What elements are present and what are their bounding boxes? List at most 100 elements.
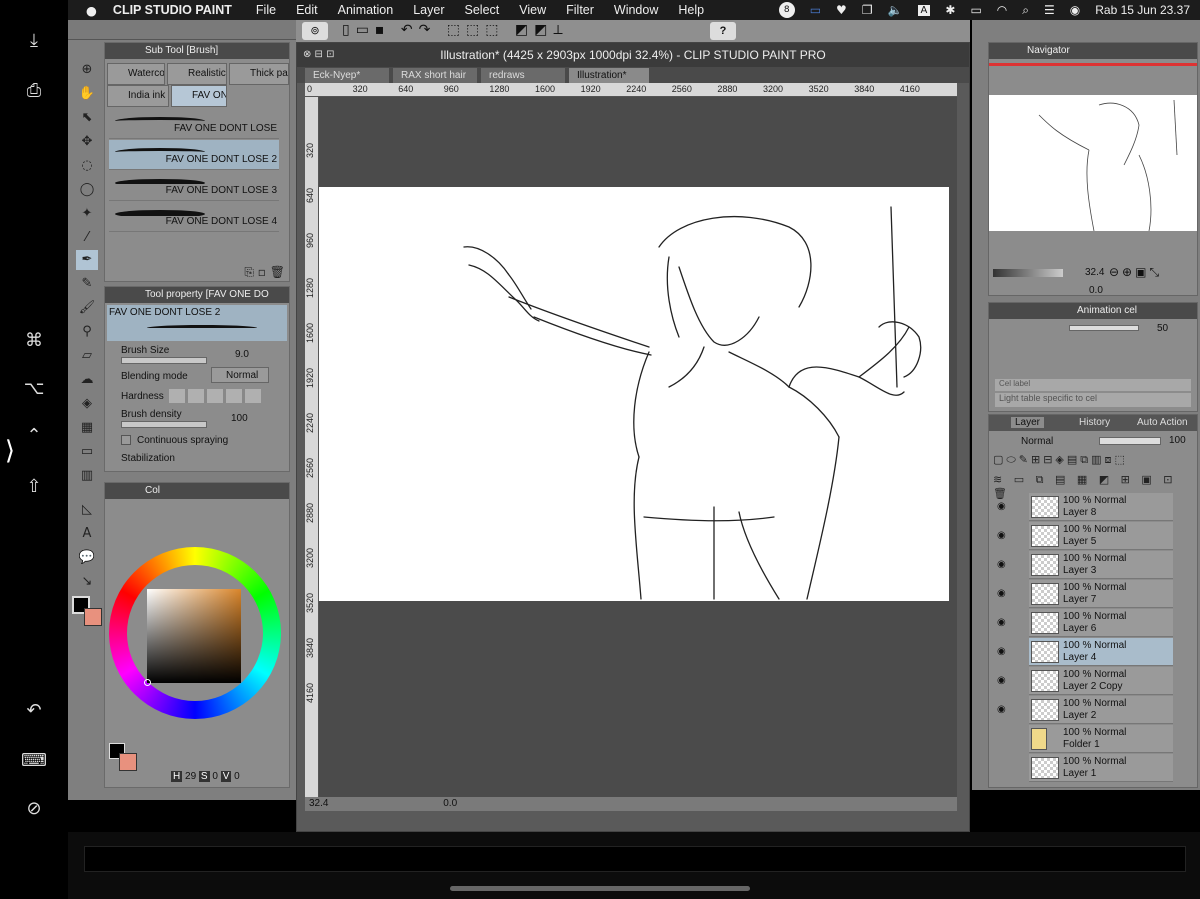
canvas-area[interactable] xyxy=(319,97,957,797)
light-table-field[interactable]: Light table specific to cel xyxy=(995,393,1191,407)
ruler-tool-icon[interactable]: ◺ xyxy=(76,500,98,520)
subtool-tab-fav[interactable]: FAV ON xyxy=(171,85,227,107)
layer-opacity-value[interactable]: 100 xyxy=(1169,435,1186,446)
eye-icon[interactable]: ◉ xyxy=(997,675,1009,686)
continuous-spraying-checkbox[interactable] xyxy=(121,435,131,445)
animcel-label-field[interactable]: Cel label xyxy=(995,379,1191,391)
angle-value[interactable]: 0.0 xyxy=(443,798,457,809)
app-name[interactable]: CLIP STUDIO PAINT xyxy=(113,3,232,17)
shift-icon[interactable]: ⇧ xyxy=(20,476,48,498)
window-controls[interactable]: ⊗ ⊟ ⊡ xyxy=(303,49,335,60)
screen-icon[interactable]: ▭ xyxy=(810,3,821,17)
heart-icon[interactable]: ♥ xyxy=(836,3,847,17)
option-icon[interactable]: ⌥ xyxy=(20,378,48,400)
tab-auto-action[interactable]: Auto Action xyxy=(1137,417,1188,428)
clip-studio-icon[interactable]: ⊚ xyxy=(302,22,328,40)
menu-edit[interactable]: Edit xyxy=(296,3,318,17)
volume-icon[interactable]: 🔈 xyxy=(888,3,903,17)
navigator-zoom-slider[interactable] xyxy=(993,269,1063,277)
doc-tab[interactable]: RAX short hair xyxy=(393,68,477,83)
eye-icon[interactable] xyxy=(997,733,1009,743)
undo-icon[interactable]: ↶ xyxy=(20,700,48,722)
brush-density-slider[interactable] xyxy=(121,421,207,428)
brush-size-slider[interactable] xyxy=(121,357,207,364)
layer-row[interactable]: ◉ 100 % Normal Layer 2 xyxy=(997,696,1173,724)
brush-item[interactable]: FAV ONE DONT LOSE 4 xyxy=(109,202,279,232)
help-icon[interactable]: ? xyxy=(710,22,736,40)
eye-icon[interactable]: ◉ xyxy=(997,501,1009,512)
control-center-icon[interactable]: ☰ xyxy=(1044,3,1055,17)
eye-icon[interactable] xyxy=(997,762,1009,772)
eye-icon[interactable]: ◉ xyxy=(997,646,1009,657)
layer-row[interactable]: 100 % Normal Layer 1 xyxy=(1029,754,1173,782)
animcel-slider[interactable] xyxy=(1069,325,1139,331)
bottom-input-strip[interactable] xyxy=(84,846,1186,872)
balloon-tool-icon[interactable]: 💬 xyxy=(76,548,98,568)
blending-mode-select[interactable]: Normal xyxy=(211,367,269,383)
navigator-zoom[interactable]: 32.4 xyxy=(1085,267,1104,278)
command-icons[interactable]: ▯▭▪ ↶↷ ⬚⬚⬚ ◩◩⟂ xyxy=(342,22,569,38)
zoom-tool-icon[interactable]: ⊕ xyxy=(76,60,98,80)
siri-icon[interactable]: ◉ xyxy=(1070,3,1080,17)
saturation-value-square[interactable] xyxy=(147,589,241,683)
layer-row[interactable]: ◉ 100 % Normal Layer 2 Copy xyxy=(997,667,1173,695)
download-icon[interactable]: ⤓ xyxy=(20,30,48,52)
apple-icon[interactable]: ● xyxy=(86,3,97,18)
doc-tab[interactable]: redraws xyxy=(481,68,565,83)
illustration-canvas[interactable] xyxy=(319,187,949,601)
eye-icon[interactable]: ◉ xyxy=(997,704,1009,715)
brush-item-selected[interactable]: FAV ONE DONT LOSE 2 xyxy=(109,140,279,170)
brush-item[interactable]: FAV ONE DONT LOSE xyxy=(109,109,279,139)
menu-layer[interactable]: Layer xyxy=(413,3,444,17)
subtool-tab-thick-paint[interactable]: Thick pa xyxy=(229,63,289,85)
eraser-icon[interactable]: ▱ xyxy=(76,346,98,366)
selection-tool-icon[interactable]: ◯ xyxy=(76,180,98,200)
subtool-actions[interactable]: ⎘ ▫ 🗑 xyxy=(244,265,285,280)
brush-tool-icon[interactable]: 🖌 xyxy=(76,298,98,318)
screen-icon[interactable]: ⎙ xyxy=(20,80,48,102)
layer-tool-icons[interactable]: ▢⬭✎⊞⊟◈▤⧉▥⧈⬚ xyxy=(993,453,1128,467)
eyedropper-icon[interactable]: ⁄ xyxy=(76,228,98,248)
hand-tool-icon[interactable]: ✋ xyxy=(76,84,98,104)
color-tab[interactable]: Col xyxy=(105,483,289,499)
brush-size-value[interactable]: 9.0 xyxy=(235,349,249,360)
caret-up-icon[interactable]: ⌃ xyxy=(20,425,48,447)
menu-help[interactable]: Help xyxy=(678,3,704,17)
bluetooth-icon[interactable]: ✱ xyxy=(945,3,955,17)
lasso-tool-icon[interactable]: ◌ xyxy=(76,156,98,176)
clock[interactable]: Rab 15 Jun 23.37 xyxy=(1095,3,1190,17)
no-display-icon[interactable]: ⊘ xyxy=(20,798,48,820)
menu-file[interactable]: File xyxy=(256,3,276,17)
fill-tool-icon[interactable]: ◈ xyxy=(76,394,98,414)
command-icon[interactable]: ⌘ xyxy=(20,330,48,352)
line-tool-icon[interactable]: ↘ xyxy=(76,572,98,592)
pen-tool-icon[interactable]: ✒ xyxy=(76,250,98,270)
blend-tool-icon[interactable]: ☁ xyxy=(76,370,98,390)
navigator-angle[interactable]: 0.0 xyxy=(1089,285,1103,296)
menu-animation[interactable]: Animation xyxy=(338,3,394,17)
doc-tab-active[interactable]: Illustration* xyxy=(569,68,649,83)
layer-row[interactable]: ◉ 100 % Normal Layer 8 xyxy=(997,493,1173,521)
battery-icon[interactable]: ▭ xyxy=(970,3,981,17)
hardness-selector[interactable] xyxy=(169,389,261,403)
gradient-icon[interactable]: ▦ xyxy=(76,418,98,438)
magic-wand-icon[interactable]: ✦ xyxy=(76,204,98,224)
search-icon[interactable]: ⌕ xyxy=(1022,3,1029,18)
menu-filter[interactable]: Filter xyxy=(566,3,594,17)
color-picker-handle[interactable] xyxy=(144,679,151,686)
menu-window[interactable]: Window xyxy=(614,3,658,17)
frame-tool-icon[interactable]: ▥ xyxy=(76,466,98,486)
subtool-tab-realistic[interactable]: Realistic xyxy=(167,63,227,85)
notification-badge[interactable]: 8 xyxy=(778,2,795,18)
subtool-tab-india-ink[interactable]: India ink xyxy=(107,85,169,107)
menu-select[interactable]: Select xyxy=(465,3,500,17)
navigator-title[interactable]: Navigator xyxy=(989,43,1197,59)
home-indicator[interactable] xyxy=(450,886,750,891)
eye-icon[interactable]: ◉ xyxy=(997,617,1009,628)
wifi-icon[interactable]: ◠ xyxy=(997,3,1007,17)
layer-row[interactable]: ◉ 100 % Normal Layer 6 xyxy=(997,609,1173,637)
doc-tab[interactable]: Eck-Nyep* xyxy=(305,68,389,83)
navigator-controls[interactable]: ⊖⊕▣⤡ xyxy=(1109,265,1162,280)
figure-tool-icon[interactable]: ▭ xyxy=(76,442,98,462)
brush-density-value[interactable]: 100 xyxy=(231,413,248,424)
